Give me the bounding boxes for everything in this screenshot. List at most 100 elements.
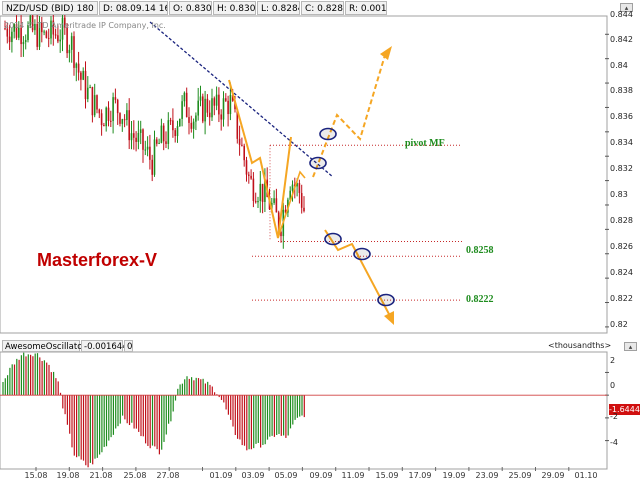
candle-body bbox=[89, 87, 91, 89]
candle-body bbox=[105, 107, 107, 127]
candle-body bbox=[77, 63, 80, 73]
date-tick: 17.09 bbox=[408, 471, 432, 480]
candle-body bbox=[190, 122, 193, 129]
price-chart-area[interactable] bbox=[0, 15, 608, 334]
candle-body bbox=[82, 70, 84, 80]
candle-body bbox=[197, 100, 199, 116]
candle-body bbox=[114, 97, 117, 100]
price-tick: 0.832 bbox=[610, 164, 633, 173]
candle-body bbox=[43, 31, 45, 33]
candle-body bbox=[254, 200, 257, 203]
candle-body bbox=[185, 92, 188, 118]
candle-body bbox=[20, 27, 22, 45]
oscillator-tick: 0 bbox=[610, 381, 616, 390]
date-tick: 19.09 bbox=[442, 471, 466, 480]
candle-body bbox=[218, 94, 220, 115]
copyright-text: 2014 © TD Ameritrade IP Company, Inc. bbox=[4, 21, 166, 30]
candle-body bbox=[229, 94, 232, 115]
oscillator-param: 0 bbox=[124, 340, 133, 352]
candle-body bbox=[160, 125, 163, 143]
candle-body bbox=[220, 114, 222, 120]
oscillator-tick: -2 bbox=[610, 412, 618, 421]
candle-body bbox=[199, 96, 202, 101]
candle-body bbox=[24, 40, 27, 43]
candle-body bbox=[112, 97, 114, 121]
candle-body bbox=[169, 120, 172, 122]
touch-point-marker bbox=[324, 232, 342, 246]
candle-body bbox=[259, 183, 262, 201]
candle-body bbox=[137, 132, 140, 142]
price-tick: 0.844 bbox=[610, 10, 633, 19]
price-tick: 0.842 bbox=[610, 35, 633, 44]
candle-body bbox=[84, 70, 87, 100]
candle-body bbox=[54, 34, 57, 36]
oscillator-tick: -4 bbox=[610, 438, 618, 447]
candle-body bbox=[151, 159, 153, 175]
high-readout: H: 0.8302 bbox=[213, 1, 256, 15]
candle-body bbox=[291, 184, 294, 191]
candle-body bbox=[174, 130, 176, 137]
candle-body bbox=[238, 138, 241, 145]
candle-body bbox=[248, 174, 250, 176]
pivot-annotation: pivot MF bbox=[405, 138, 445, 149]
date-tick: 09.09 bbox=[309, 471, 333, 480]
candle-body bbox=[146, 146, 149, 150]
candle-body bbox=[257, 200, 259, 203]
candle-body bbox=[123, 119, 126, 121]
symbol-label[interactable]: NZD/USD (BID) 180 d 4h bbox=[2, 1, 98, 15]
candle-body bbox=[121, 119, 124, 124]
watermark-label: Masterforex-V bbox=[37, 250, 158, 270]
chart-screen bbox=[0, 0, 640, 480]
collapse-oscillator-icon[interactable]: ▴ bbox=[624, 342, 637, 351]
price-tick: 0.834 bbox=[610, 138, 633, 147]
touch-point-marker bbox=[353, 247, 371, 261]
candle-body bbox=[139, 129, 142, 133]
close-readout: C: 0.8289 bbox=[301, 1, 344, 15]
price-tick: 0.83 bbox=[610, 190, 628, 199]
candle-body bbox=[298, 183, 301, 194]
candle-body bbox=[126, 110, 128, 120]
candle-body bbox=[275, 198, 278, 213]
candle-body bbox=[156, 139, 158, 144]
candle-body bbox=[73, 36, 75, 68]
price-tick: 0.836 bbox=[610, 112, 633, 121]
candle-body bbox=[188, 117, 190, 123]
candle-body bbox=[135, 137, 137, 142]
candle-body bbox=[93, 95, 96, 116]
candle-body bbox=[241, 144, 243, 146]
candle-body bbox=[165, 141, 167, 144]
price-tick: 0.828 bbox=[610, 216, 633, 225]
candle-body bbox=[70, 36, 73, 50]
candle-body bbox=[149, 146, 151, 160]
candle-body bbox=[75, 63, 78, 68]
oscillator-area[interactable] bbox=[0, 351, 608, 470]
candle-body bbox=[45, 31, 48, 38]
candle-body bbox=[167, 120, 170, 144]
candle-body bbox=[87, 87, 89, 100]
low-readout: L: 0.8284 bbox=[257, 1, 300, 15]
price-tick: 0.822 bbox=[610, 294, 633, 303]
date-tick: 27.08 bbox=[156, 471, 180, 480]
candle-body bbox=[103, 125, 105, 127]
candle-body bbox=[130, 133, 133, 141]
candle-body bbox=[119, 113, 121, 124]
touch-point-marker bbox=[309, 156, 327, 170]
candle-body bbox=[11, 31, 13, 43]
range-readout: R: 0.0017 bbox=[345, 1, 387, 15]
date-tick: 25.08 bbox=[123, 471, 147, 480]
candle-body bbox=[80, 72, 82, 80]
candle-body bbox=[172, 120, 174, 131]
candle-body bbox=[59, 39, 61, 42]
candle-body bbox=[245, 160, 248, 175]
candle-body bbox=[8, 36, 11, 43]
candle-body bbox=[215, 94, 218, 106]
oscillator-tick: 2 bbox=[610, 356, 616, 365]
date-tick: 15.08 bbox=[24, 471, 48, 480]
candle-body bbox=[250, 175, 252, 179]
date-readout: D: 08.09.14 16:00 bbox=[99, 1, 168, 15]
candle-body bbox=[243, 145, 245, 161]
level2-annotation: 0.8222 bbox=[466, 294, 494, 305]
candle-body bbox=[225, 98, 227, 101]
candle-body bbox=[273, 198, 275, 203]
oscillator-name[interactable]: AwesomeOscillator bbox=[2, 340, 86, 352]
